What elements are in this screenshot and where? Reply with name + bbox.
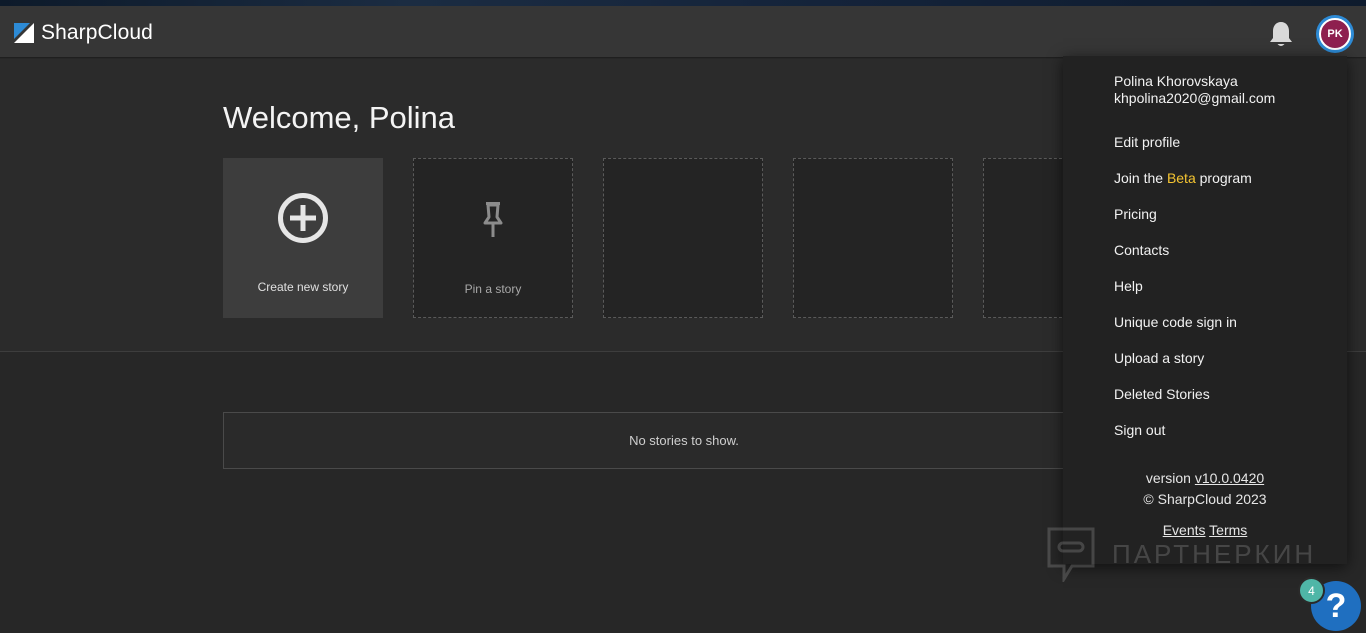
app-logo[interactable]: SharpCloud [14,21,153,45]
watermark-logo-icon [1047,527,1095,582]
sharpcloud-logo-icon [14,23,34,43]
menu-item-sign-out[interactable]: Sign out [1114,422,1165,438]
help-badge: 4 [1298,577,1325,604]
menu-item-unique-code[interactable]: Unique code sign in [1114,314,1237,330]
top-header: SharpCloud PK [0,6,1366,58]
empty-message: No stories to show. [629,433,739,448]
bell-icon[interactable] [1268,20,1294,48]
menu-item-join-beta[interactable]: Join the Beta program [1114,170,1252,186]
menu-user-info: Polina Khorovskaya khpolina2020@gmail.co… [1114,73,1275,107]
watermark: ПАРТНЕРКИН [1046,525,1316,583]
avatar: PK [1319,18,1351,50]
pin-icon [483,202,503,237]
version-label: version [1145,470,1191,486]
plus-circle-icon [278,193,328,243]
create-story-tile[interactable]: Create new story [223,158,383,318]
pin-story-tile[interactable]: Pin a story [413,158,573,318]
avatar-button[interactable]: PK [1316,15,1354,53]
story-slot [603,158,763,318]
beta-label: Beta [1166,170,1196,186]
stories-list-empty: No stories to show. [223,412,1123,469]
version-info: version v10.0.0420 [1063,470,1347,486]
version-link[interactable]: v10.0.0420 [1195,470,1264,486]
story-slot [793,158,953,318]
menu-item-upload-story[interactable]: Upload a story [1114,350,1204,366]
watermark-text: ПАРТНЕРКИН [1112,538,1317,569]
join-suffix: program [1199,170,1252,186]
pin-story-label: Pin a story [464,282,522,296]
menu-item-edit-profile[interactable]: Edit profile [1114,134,1180,150]
app-name: SharpCloud [41,21,153,44]
user-name: Polina Khorovskaya [1114,73,1238,89]
join-prefix: Join the [1114,170,1164,186]
menu-item-deleted-stories[interactable]: Deleted Stories [1114,386,1210,402]
copyright: © SharpCloud 2023 [1143,491,1267,507]
user-menu: Polina Khorovskaya khpolina2020@gmail.co… [1063,56,1347,564]
menu-item-contacts[interactable]: Contacts [1114,242,1169,258]
create-story-label: Create new story [257,280,349,294]
menu-item-pricing[interactable]: Pricing [1114,206,1157,222]
menu-item-help[interactable]: Help [1114,278,1143,294]
user-email: khpolina2020@gmail.com [1114,90,1276,106]
page-title: Welcome, Polina [223,100,456,135]
